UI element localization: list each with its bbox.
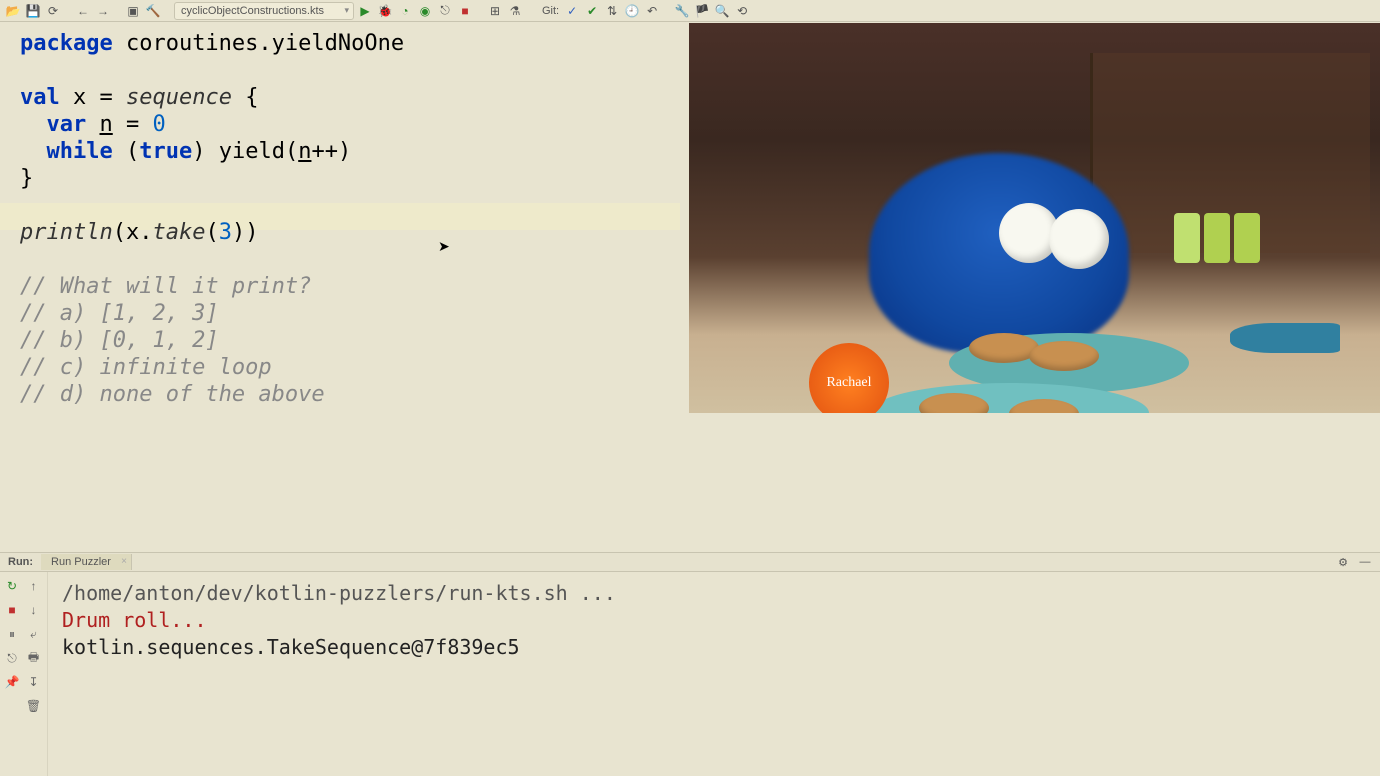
comment-d: // d) none of the above [20,382,325,407]
debug-icon[interactable]: 🐞 [376,2,394,20]
kw-while: while [47,139,113,164]
run-tab-label: Run Puzzler [51,556,111,568]
sync-icon[interactable]: ⟲ [733,2,751,20]
minimize-icon[interactable]: — [1356,553,1374,571]
package-name: coroutines.yieldNoOne [113,31,404,56]
build-icon[interactable]: 🔨 [144,2,162,20]
output-cmd: /home/anton/dev/kotlin-puzzlers/run-kts.… [62,581,616,605]
run-icon[interactable]: ▶ [356,2,374,20]
git-commit-icon[interactable]: ✔ [583,2,601,20]
rachael-logo: Rachael [809,343,889,413]
fn-take: take [152,220,205,245]
var-n2: n [298,139,311,164]
back-icon[interactable]: ← [74,2,92,20]
run-panel-label: Run: [0,556,41,568]
scroll-icon[interactable]: ↧ [24,672,44,692]
lit-zero: 0 [153,112,166,137]
var-n: n [100,112,113,137]
open-icon[interactable]: 📂 [4,2,22,20]
structure-icon[interactable]: 🏴 [693,2,711,20]
main-toolbar: 📂 💾 ⟳ ← → ▣ 🔨 cyclicObjectConstructions.… [0,0,1380,22]
git-update-icon[interactable]: ✓ [563,2,581,20]
git-revert-icon[interactable]: ↶ [643,2,661,20]
close-icon[interactable]: × [121,556,127,567]
print-icon[interactable]: 🖶 [24,648,44,668]
down-icon[interactable]: ↓ [24,600,44,620]
trash-icon[interactable]: 🗑 [24,696,44,716]
rerun-icon[interactable]: ↻ [2,576,22,596]
x-decl: x = [60,85,126,110]
profile-icon[interactable]: ◉ [416,2,434,20]
fn-yield: yield [219,139,285,164]
exit-icon[interactable]: ⎋ [2,648,22,668]
fn-println: println [20,220,113,245]
wrap-icon[interactable]: ⤶ [24,624,44,644]
run-gutter: ↻ ■ ⏸ ⎋ 📌 ↑ ↓ ⤶ 🖶 ↧ 🗑 [0,572,48,776]
attach-icon[interactable]: ⎋ [436,2,454,20]
overlay-image: Rachael [689,23,1380,413]
comment-a: // a) [1, 2, 3] [20,301,219,326]
layout-icon[interactable]: ⊞ [486,2,504,20]
comment-q: // What will it print? [20,274,311,299]
comment-c: // c) infinite loop [20,355,272,380]
run-config-selector[interactable]: cyclicObjectConstructions.kts [174,2,354,20]
comment-b: // b) [0, 1, 2] [20,328,219,353]
window-icon[interactable]: ▣ [124,2,142,20]
fn-sequence: sequence [126,85,232,110]
kw-package: package [20,31,113,56]
gear-icon[interactable]: ⚙ [1334,553,1352,571]
brace-open: { [232,85,259,110]
stop-run-icon[interactable]: ■ [2,600,22,620]
brace-close: } [20,166,33,191]
flask-icon[interactable]: ⚗ [506,2,524,20]
run-panel-body: ↻ ■ ⏸ ⎋ 📌 ↑ ↓ ⤶ 🖶 ↧ 🗑 /home/anton/dev/ko… [0,572,1380,776]
git-label: Git: [542,5,559,17]
search-icon[interactable]: 🔍 [713,2,731,20]
output-drum: Drum roll... [62,608,207,632]
lit-three: 3 [219,220,232,245]
run-tab[interactable]: Run Puzzler × [41,554,132,570]
stop-icon[interactable]: ■ [456,2,474,20]
pin-icon[interactable]: 📌 [2,672,22,692]
run-panel-header: Run: Run Puzzler × ⚙ — [0,552,1380,572]
git-compare-icon[interactable]: ⇅ [603,2,621,20]
up-icon[interactable]: ↑ [24,576,44,596]
git-history-icon[interactable]: 🕘 [623,2,641,20]
wrench-icon[interactable]: 🔧 [673,2,691,20]
refresh-icon[interactable]: ⟳ [44,2,62,20]
editor-area: package coroutines.yieldNoOne val x = se… [0,22,1380,552]
kw-val: val [20,85,60,110]
run-config-label: cyclicObjectConstructions.kts [181,5,324,17]
forward-icon[interactable]: → [94,2,112,20]
kw-true: true [139,139,192,164]
save-icon[interactable]: 💾 [24,2,42,20]
kw-var: var [47,112,87,137]
run-output[interactable]: /home/anton/dev/kotlin-puzzlers/run-kts.… [48,572,1380,776]
coverage-icon[interactable]: ◔ [396,2,414,20]
pause-icon[interactable]: ⏸ [2,624,22,644]
output-result: kotlin.sequences.TakeSequence@7f839ec5 [62,635,520,659]
